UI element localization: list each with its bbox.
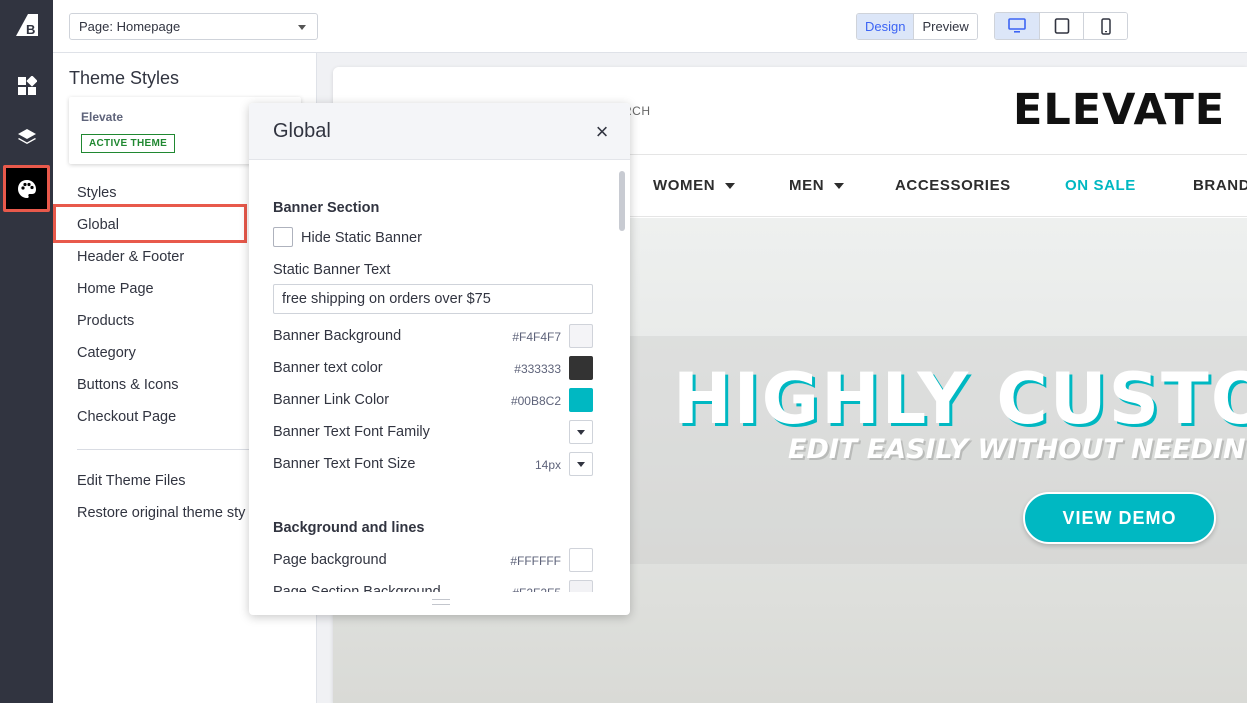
banner-section-title: Banner Section <box>273 200 380 216</box>
nav-item-checkout-page[interactable]: Checkout Page <box>77 409 176 425</box>
banner-background-label: Banner Background <box>273 328 402 344</box>
preview-logo[interactable]: ELEVATE <box>1013 85 1225 135</box>
chevron-down-icon <box>298 25 306 30</box>
banner-text-color-swatch[interactable] <box>569 356 593 380</box>
left-rail: B <box>0 0 53 703</box>
desktop-icon[interactable] <box>995 13 1039 39</box>
static-banner-text-label: Static Banner Text <box>273 262 391 278</box>
popover-scrollbar[interactable] <box>617 168 627 588</box>
preview-nav-accessories[interactable]: ACCESSORIES <box>895 177 1011 194</box>
hero-subheadline: EDIT EASILY WITHOUT NEEDIN <box>788 434 1246 465</box>
banner-font-size-value: 14px <box>534 458 561 472</box>
device-toggle <box>994 12 1128 40</box>
nav-item-home-page[interactable]: Home Page <box>77 281 154 297</box>
restore-theme-link[interactable]: Restore original theme sty <box>77 505 245 521</box>
popover-body: Banner Section Hide Static Banner Static… <box>249 160 630 592</box>
nav-item-styles[interactable]: Styles <box>77 185 117 201</box>
panel-title: Theme Styles <box>69 68 180 88</box>
page-select[interactable]: Page: Homepage <box>69 13 318 40</box>
background-section-title: Background and lines <box>273 520 425 536</box>
preview-nav-on-sale[interactable]: ON SALE <box>1065 177 1136 194</box>
resize-grip-icon[interactable] <box>432 599 450 605</box>
banner-link-color-swatch[interactable] <box>569 388 593 412</box>
chevron-down-icon <box>834 183 845 190</box>
svg-text:B: B <box>26 22 35 37</box>
hide-static-banner-label: Hide Static Banner <box>301 230 422 246</box>
preview-mode-button[interactable]: Preview <box>914 14 977 39</box>
page-section-background-value: #F2F2F5 <box>512 586 561 592</box>
popover-scrollbar-thumb[interactable] <box>619 171 625 231</box>
banner-font-family-label: Banner Text Font Family <box>273 424 430 440</box>
banner-text-color-value: #333333 <box>514 362 561 376</box>
hide-static-banner-checkbox[interactable] <box>273 227 293 247</box>
nav-item-category[interactable]: Category <box>77 345 136 361</box>
preview-nav-men-label: MEN <box>789 177 825 194</box>
page-section-background-label: Page Section Background <box>273 584 441 592</box>
banner-font-size-label: Banner Text Font Size <box>273 456 416 472</box>
page-section-background-swatch[interactable] <box>569 580 593 592</box>
page-background-label: Page background <box>273 552 387 568</box>
banner-text-color-label: Banner text color <box>273 360 383 376</box>
preview-nav-women[interactable]: WOMEN <box>653 177 736 194</box>
banner-link-color-value: #00B8C2 <box>510 394 561 408</box>
bigcommerce-logo-icon[interactable]: B <box>12 12 40 38</box>
top-bar: Page: Homepage Design Preview <box>53 0 1247 53</box>
nav-item-products[interactable]: Products <box>77 313 134 329</box>
page-background-value: #FFFFFF <box>510 554 561 568</box>
popover-header: Global × <box>249 103 630 160</box>
banner-background-value: #F4F4F7 <box>512 330 561 344</box>
page-background-swatch[interactable] <box>569 548 593 572</box>
hero-headline: HIGHLY CUSTOM <box>673 358 1247 440</box>
page-select-label: Page: Homepage <box>79 19 181 34</box>
palette-icon[interactable] <box>3 165 50 212</box>
banner-font-size-dropdown[interactable] <box>569 452 593 476</box>
preview-nav-women-label: WOMEN <box>653 177 716 194</box>
theme-name: Elevate <box>81 110 124 124</box>
preview-nav-brands[interactable]: BRAND <box>1193 177 1247 194</box>
nav-item-global[interactable]: Global <box>77 217 119 233</box>
nav-item-header-footer[interactable]: Header & Footer <box>77 249 184 265</box>
nav-item-buttons-icons[interactable]: Buttons & Icons <box>77 377 179 393</box>
chevron-down-icon <box>725 183 736 190</box>
view-demo-button[interactable]: VIEW DEMO <box>1023 492 1216 544</box>
design-mode-button[interactable]: Design <box>857 14 915 39</box>
banner-background-swatch[interactable] <box>569 324 593 348</box>
active-theme-badge: ACTIVE THEME <box>81 134 176 153</box>
mode-toggle: Design Preview <box>856 13 978 40</box>
banner-link-color-label: Banner Link Color <box>273 392 390 408</box>
close-icon[interactable]: × <box>592 121 612 143</box>
widgets-icon[interactable] <box>3 62 50 109</box>
tablet-icon[interactable] <box>1039 13 1083 39</box>
layers-icon[interactable] <box>3 113 50 160</box>
preview-nav-men[interactable]: MEN <box>789 177 845 194</box>
banner-font-family-dropdown[interactable] <box>569 420 593 444</box>
static-banner-text-input[interactable]: free shipping on orders over $75 <box>273 284 593 314</box>
edit-theme-files-link[interactable]: Edit Theme Files <box>77 473 186 489</box>
global-settings-popover: Global × Banner Section Hide Static Bann… <box>249 103 630 615</box>
popover-title: Global <box>273 120 331 142</box>
mobile-icon[interactable] <box>1083 13 1127 39</box>
